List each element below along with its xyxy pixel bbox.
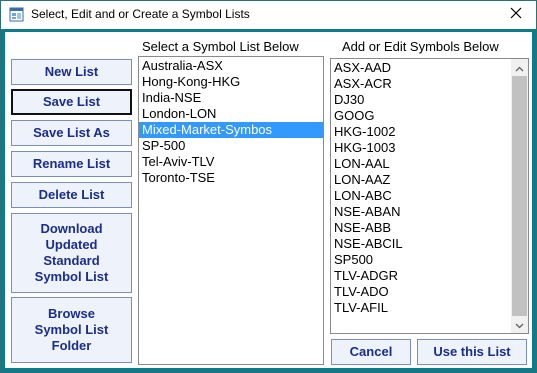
use-this-list-button[interactable]: Use this List [417, 339, 527, 365]
scroll-up-button[interactable] [511, 59, 528, 76]
close-button[interactable] [496, 1, 536, 28]
symbols-listbox[interactable]: ASX-AAD ASX-ACR DJ30 GOOG HKG-1002 HKG-1003 LO… [330, 58, 529, 334]
symbol-list-item[interactable]: Mixed-Market-Symbos [139, 122, 323, 138]
symbol-item[interactable]: GOOG [331, 108, 528, 124]
symbols-scrollbar[interactable] [511, 59, 528, 333]
symbol-list-item[interactable]: Tel-Aviv-TLV [139, 154, 323, 170]
scroll-down-button[interactable] [511, 316, 528, 333]
symbol-item[interactable]: NSE-ABB [331, 220, 528, 236]
download-standard-list-button[interactable]: Download Updated Standard Symbol List [11, 213, 132, 293]
rename-list-button[interactable]: Rename List [11, 151, 132, 177]
symbol-item[interactable]: SP500 [331, 252, 528, 268]
symbol-item[interactable]: NSE-ABCIL [331, 236, 528, 252]
symbol-list-item[interactable]: Australia-ASX [139, 58, 323, 74]
symbol-list-item[interactable]: India-NSE [139, 90, 323, 106]
symbol-list-item[interactable]: London-LON [139, 106, 323, 122]
chevron-down-icon [515, 316, 524, 334]
symbol-item[interactable]: HKG-1002 [331, 124, 528, 140]
symbol-item[interactable]: NSE-ABAN [331, 204, 528, 220]
symbol-item[interactable]: LON-AAZ [331, 172, 528, 188]
symbol-lists-header: Select a Symbol List Below [142, 39, 299, 54]
symbol-item[interactable]: LON-ABC [331, 188, 528, 204]
save-list-as-button[interactable]: Save List As [11, 120, 132, 146]
symbol-list-item[interactable]: Hong-Kong-HKG [139, 74, 323, 90]
symbol-item[interactable]: ASX-AAD [331, 60, 528, 76]
app-window-icon [9, 7, 24, 22]
chevron-up-icon [515, 59, 524, 77]
symbol-item[interactable]: LON-AAL [331, 156, 528, 172]
symbol-list-item[interactable]: Toronto-TSE [139, 170, 323, 186]
title-bar: Select, Edit and or Create a Symbol List… [1, 1, 536, 29]
symbols-header: Add or Edit Symbols Below [342, 39, 499, 54]
symbol-item[interactable]: DJ30 [331, 92, 528, 108]
symbol-list-item[interactable]: SP-500 [139, 138, 323, 154]
browse-folder-button[interactable]: Browse Symbol List Folder [11, 297, 132, 363]
symbol-item[interactable]: TLV-AFIL [331, 300, 528, 316]
symbol-lists-listbox[interactable]: Australia-ASX Hong-Kong-HKG India-NSE Londo… [138, 56, 324, 365]
scroll-thumb[interactable] [512, 76, 527, 316]
delete-list-button[interactable]: Delete List [11, 182, 132, 208]
symbol-item[interactable]: TLV-ADO [331, 284, 528, 300]
symbol-item[interactable]: HKG-1003 [331, 140, 528, 156]
close-icon [510, 6, 522, 24]
window-title: Select, Edit and or Create a Symbol List… [31, 7, 250, 21]
save-list-button[interactable]: Save List [11, 89, 132, 115]
symbol-item[interactable]: TLV-ADGR [331, 268, 528, 284]
symbol-item[interactable]: ASX-ACR [331, 76, 528, 92]
new-list-button[interactable]: New List [11, 59, 132, 85]
cancel-button[interactable]: Cancel [331, 339, 411, 365]
symbol-list-dialog: Select, Edit and or Create a Symbol List… [0, 0, 537, 373]
